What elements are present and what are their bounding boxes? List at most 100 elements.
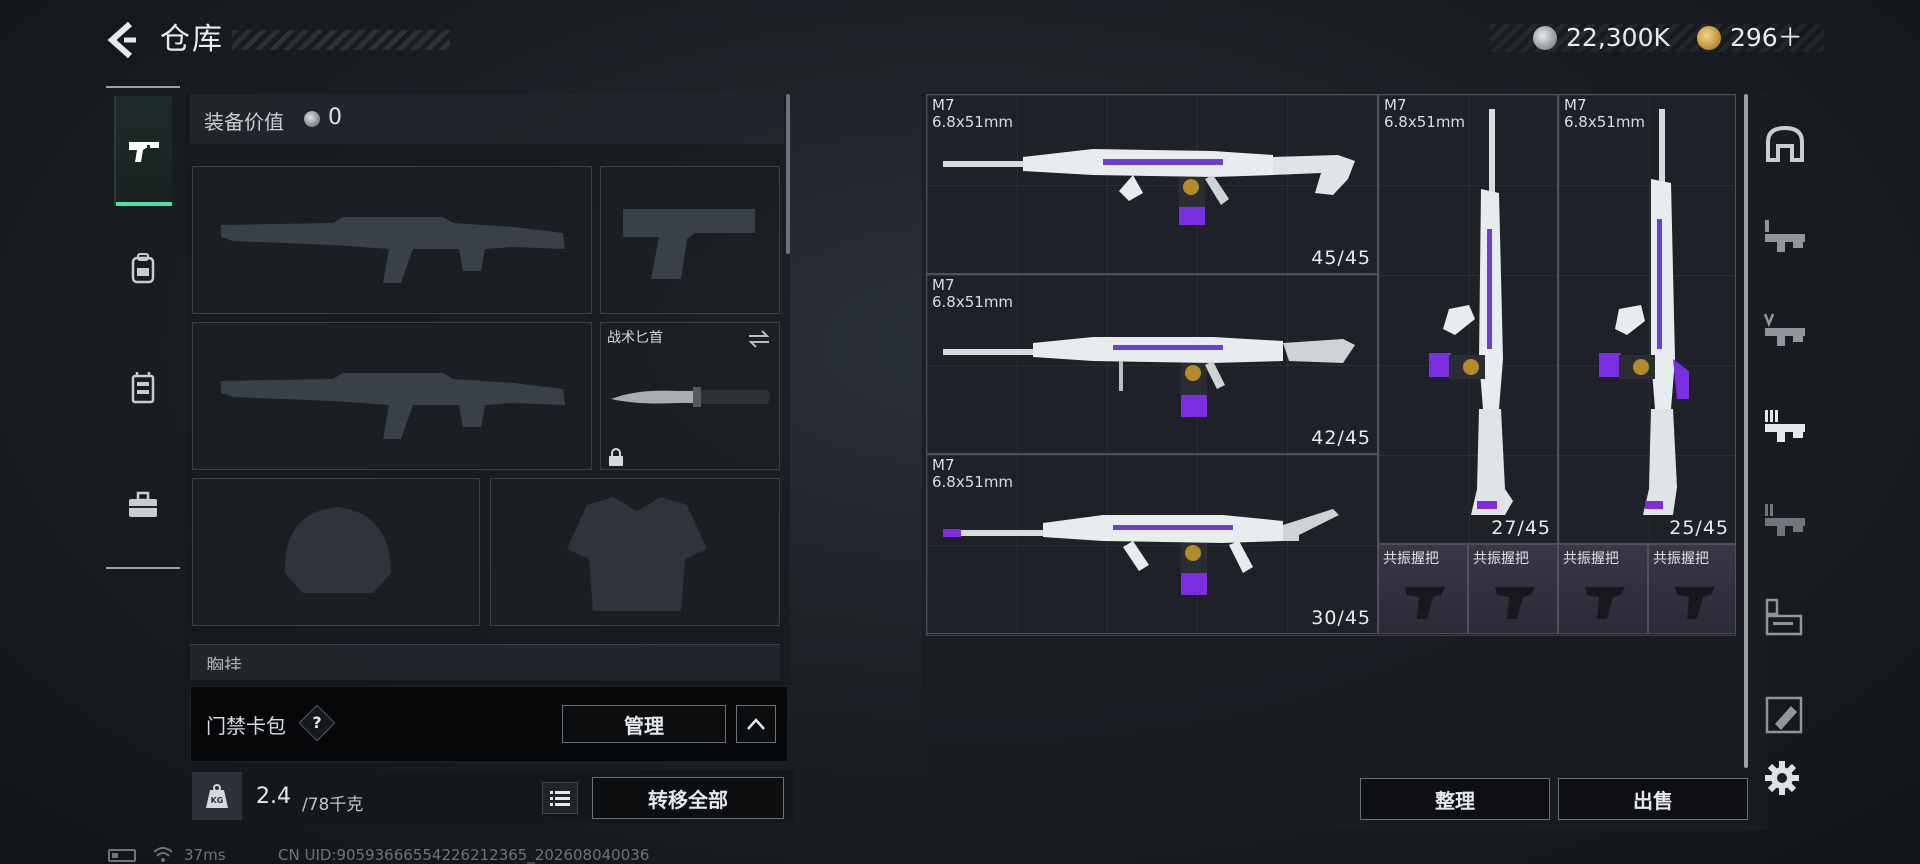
transfer-all-button[interactable]: 转移全部 [592, 777, 784, 819]
armor-silhouette-icon [567, 497, 707, 611]
pistol-icon [129, 142, 159, 162]
chest-rig-slot[interactable] [190, 644, 780, 680]
ammo-category-icon [1765, 696, 1803, 734]
helmet-slot[interactable] [192, 478, 480, 626]
m7-rifle-vertical-icon [1429, 109, 1513, 515]
attachment-category-icon [1765, 598, 1803, 636]
silver-coin-icon [1533, 26, 1557, 50]
item-caliber: 6.8x51mm [932, 113, 1014, 131]
category-tab-weapon-2[interactable] [1758, 490, 1812, 550]
pistol-silhouette-icon [623, 209, 755, 279]
list-view-button[interactable] [542, 782, 578, 814]
storage-item-rifle-5[interactable]: M7 6.8x51mm 25/45 [1558, 94, 1736, 544]
grip-label: 共振握把 [1653, 551, 1709, 567]
grip-icon [1675, 587, 1715, 619]
backpack-icon [131, 253, 155, 284]
item-ammo: 42/45 [1311, 427, 1371, 449]
grip-icon [1585, 587, 1625, 619]
silver-coin-icon [304, 111, 320, 127]
storage-scrollbar[interactable] [1744, 94, 1748, 768]
helmet-category-icon [1766, 125, 1804, 162]
grip-icon [1405, 587, 1445, 619]
item-ammo: 45/45 [1311, 247, 1371, 269]
weapon-category-2-icon [1765, 504, 1805, 536]
wifi-icon [153, 847, 173, 862]
rifle-silhouette-icon [221, 217, 565, 283]
weapon-category-5-icon [1763, 313, 1805, 346]
collapse-button[interactable] [736, 705, 776, 743]
category-tab-weapon-3[interactable] [1758, 396, 1812, 456]
tactical-knife-icon [611, 387, 770, 407]
silver-currency-value: 22,300K [1566, 23, 1670, 52]
knife-slot[interactable]: 战术匕首 [600, 322, 780, 470]
lock-icon [609, 448, 623, 466]
gold-currency-value[interactable]: 296＋ [1730, 22, 1803, 54]
storage-item-grip-3[interactable]: 共振握把 [1558, 544, 1648, 634]
back-arrow-icon[interactable] [104, 20, 140, 60]
weapon-category-1-icon [1765, 220, 1805, 252]
category-tab-ammo[interactable] [1758, 686, 1812, 746]
pistol-slot[interactable] [600, 166, 780, 314]
item-ammo: 27/45 [1491, 517, 1551, 539]
storage-item-rifle-1[interactable]: M7 6.8x51mm 45/45 [926, 94, 1378, 274]
storage-item-rifle-4[interactable]: M7 6.8x51mm 27/45 [1378, 94, 1558, 544]
grip-icon [1495, 587, 1535, 619]
manage-button[interactable]: 管理 [562, 705, 726, 743]
equipment-value: 0 [328, 105, 342, 130]
item-caliber: 6.8x51mm [932, 293, 1014, 311]
storage-item-rifle-2[interactable]: M7 6.8x51mm 42/45 [926, 274, 1378, 454]
gold-coin-icon [1697, 26, 1721, 50]
tab-backpack[interactable] [114, 214, 172, 324]
ping-value: 37ms [184, 846, 226, 864]
weight-max: /78千克 [302, 795, 364, 815]
weight-current: 2.4 [256, 784, 291, 809]
tab-frame-bottom [106, 567, 180, 569]
category-tab-helmet[interactable] [1758, 114, 1812, 174]
m7-rifle-icon [943, 509, 1339, 595]
page-title: 仓库 [160, 22, 224, 57]
primary-weapon-slot-1[interactable] [192, 166, 592, 314]
chevron-up-icon [747, 718, 765, 730]
keycard-label: 门禁卡包 [206, 714, 286, 738]
grip-label: 共振握把 [1473, 551, 1529, 567]
settings-gear-icon[interactable] [1764, 760, 1800, 796]
kg-text: KG [211, 796, 224, 805]
category-tab-weapon-5[interactable] [1758, 300, 1812, 360]
item-ammo: 25/45 [1669, 517, 1729, 539]
storage-item-grip-4[interactable]: 共振握把 [1648, 544, 1736, 634]
item-ammo: 30/45 [1311, 607, 1371, 629]
item-name: M7 [932, 96, 955, 114]
equipment-scrollbar[interactable] [786, 94, 790, 254]
help-icon[interactable]: ? [304, 710, 330, 736]
tab-frame-top [106, 86, 180, 88]
storage-item-grip-2[interactable]: 共振握把 [1468, 544, 1558, 634]
item-name: M7 [1384, 96, 1407, 114]
category-tab-attachment[interactable] [1758, 588, 1812, 648]
chest-rig-icon [131, 372, 155, 404]
sell-button[interactable]: 出售 [1558, 778, 1748, 820]
uid-text: CN UID:9059366655422621236​5_20260804003… [278, 846, 650, 864]
category-tab-weapon-1[interactable] [1758, 206, 1812, 266]
battery-icon [108, 849, 136, 862]
armor-slot[interactable] [490, 478, 780, 626]
weight-icon: KG [192, 772, 242, 820]
tab-chest-rig[interactable] [114, 332, 172, 442]
item-caliber: 6.8x51mm [932, 473, 1014, 491]
m7-rifle-icon [943, 149, 1355, 225]
swap-icon[interactable] [747, 329, 771, 349]
list-icon [550, 791, 570, 806]
item-name: M7 [1564, 96, 1587, 114]
item-name: M7 [932, 456, 955, 474]
helmet-silhouette-icon [284, 507, 391, 593]
tab-weapons[interactable] [114, 96, 172, 206]
storage-item-grip-1[interactable]: 共振握把 [1378, 544, 1468, 634]
knife-slot-label: 战术匕首 [607, 330, 663, 346]
m7-rifle-vertical-icon [1599, 109, 1689, 515]
grip-label: 共振握把 [1563, 551, 1619, 567]
sort-button[interactable]: 整理 [1360, 778, 1550, 820]
storage-item-rifle-3[interactable]: M7 6.8x51mm 30/45 [926, 454, 1378, 634]
primary-weapon-slot-2[interactable] [192, 322, 592, 470]
grip-label: 共振握把 [1383, 551, 1439, 567]
rifle-silhouette-icon [221, 373, 565, 439]
tab-toolbox[interactable] [114, 450, 172, 560]
